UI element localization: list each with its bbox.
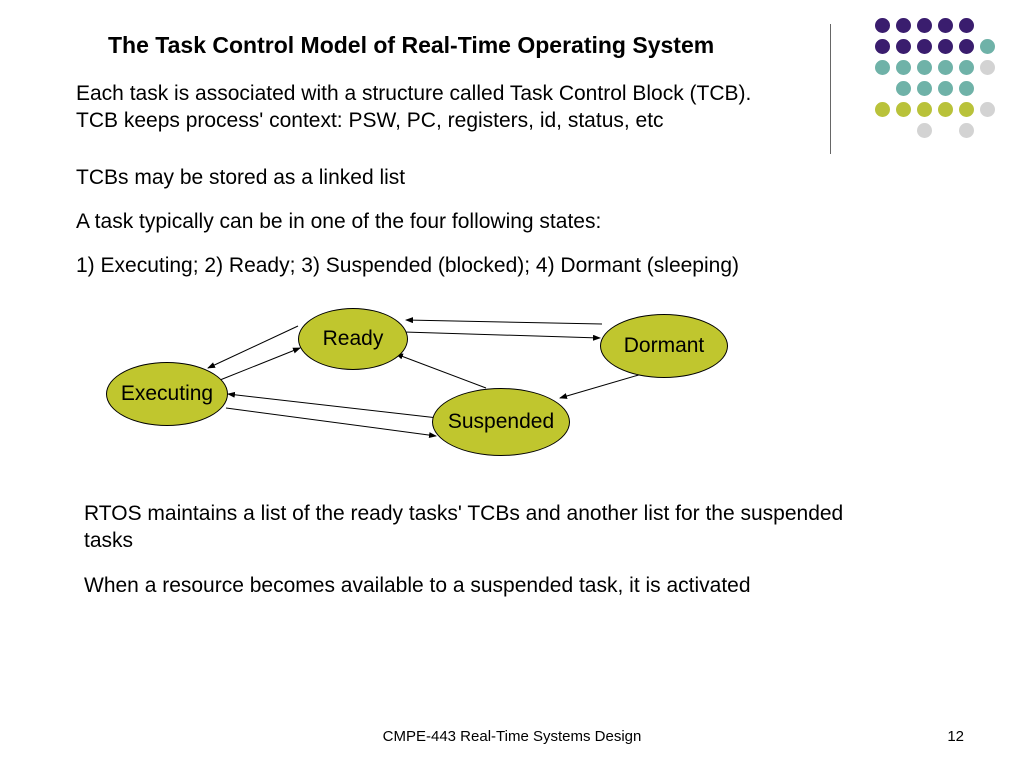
decorative-dot <box>980 123 995 138</box>
paragraph-tcb-intro: Each task is associated with a structure… <box>76 80 796 135</box>
node-label: Suspended <box>448 410 554 434</box>
decorative-dot <box>875 81 890 96</box>
node-label: Executing <box>121 382 213 406</box>
state-diagram: Executing Ready Suspended Dormant <box>100 290 750 480</box>
decorative-dot <box>959 123 974 138</box>
decorative-dot <box>938 102 953 117</box>
corner-dot-grid <box>875 18 998 141</box>
node-label: Dormant <box>624 334 705 358</box>
decorative-dot <box>896 39 911 54</box>
decorative-dot <box>917 102 932 117</box>
decorative-dot <box>875 123 890 138</box>
decorative-dot <box>917 60 932 75</box>
decorative-dot <box>938 81 953 96</box>
state-node-dormant: Dormant <box>600 314 728 378</box>
page-title: The Task Control Model of Real-Time Oper… <box>108 32 714 59</box>
vertical-divider <box>830 24 831 154</box>
paragraph-rtos-lists: RTOS maintains a list of the ready tasks… <box>84 500 844 555</box>
state-node-executing: Executing <box>106 362 228 426</box>
decorative-dot <box>980 102 995 117</box>
paragraph-states-intro: A task typically can be in one of the fo… <box>76 208 796 235</box>
paragraph-states-list: 1) Executing; 2) Ready; 3) Suspended (bl… <box>76 252 796 279</box>
decorative-dot <box>980 18 995 33</box>
decorative-dot <box>917 81 932 96</box>
decorative-dot <box>980 39 995 54</box>
decorative-dot <box>896 123 911 138</box>
decorative-dot <box>938 60 953 75</box>
decorative-dot <box>896 102 911 117</box>
decorative-dot <box>938 39 953 54</box>
slide: The Task Control Model of Real-Time Oper… <box>0 0 1024 768</box>
decorative-dot <box>959 60 974 75</box>
decorative-dot <box>959 102 974 117</box>
paragraph-linked-list: TCBs may be stored as a linked list <box>76 164 796 191</box>
decorative-dot <box>896 81 911 96</box>
decorative-dot <box>959 81 974 96</box>
decorative-dot <box>938 18 953 33</box>
node-label: Ready <box>323 327 384 351</box>
decorative-dot <box>896 60 911 75</box>
decorative-dot <box>917 39 932 54</box>
decorative-dot <box>959 39 974 54</box>
decorative-dot <box>875 60 890 75</box>
decorative-dot <box>980 81 995 96</box>
footer-course: CMPE-443 Real-Time Systems Design <box>0 728 1024 745</box>
decorative-dot <box>980 60 995 75</box>
decorative-dot <box>959 18 974 33</box>
decorative-dot <box>938 123 953 138</box>
decorative-dot <box>896 18 911 33</box>
decorative-dot <box>875 18 890 33</box>
decorative-dot <box>875 39 890 54</box>
state-node-suspended: Suspended <box>432 388 570 456</box>
decorative-dot <box>917 18 932 33</box>
decorative-dot <box>875 102 890 117</box>
paragraph-activation: When a resource becomes available to a s… <box>84 572 844 599</box>
decorative-dot <box>917 123 932 138</box>
state-node-ready: Ready <box>298 308 408 370</box>
footer-page-number: 12 <box>947 728 964 745</box>
